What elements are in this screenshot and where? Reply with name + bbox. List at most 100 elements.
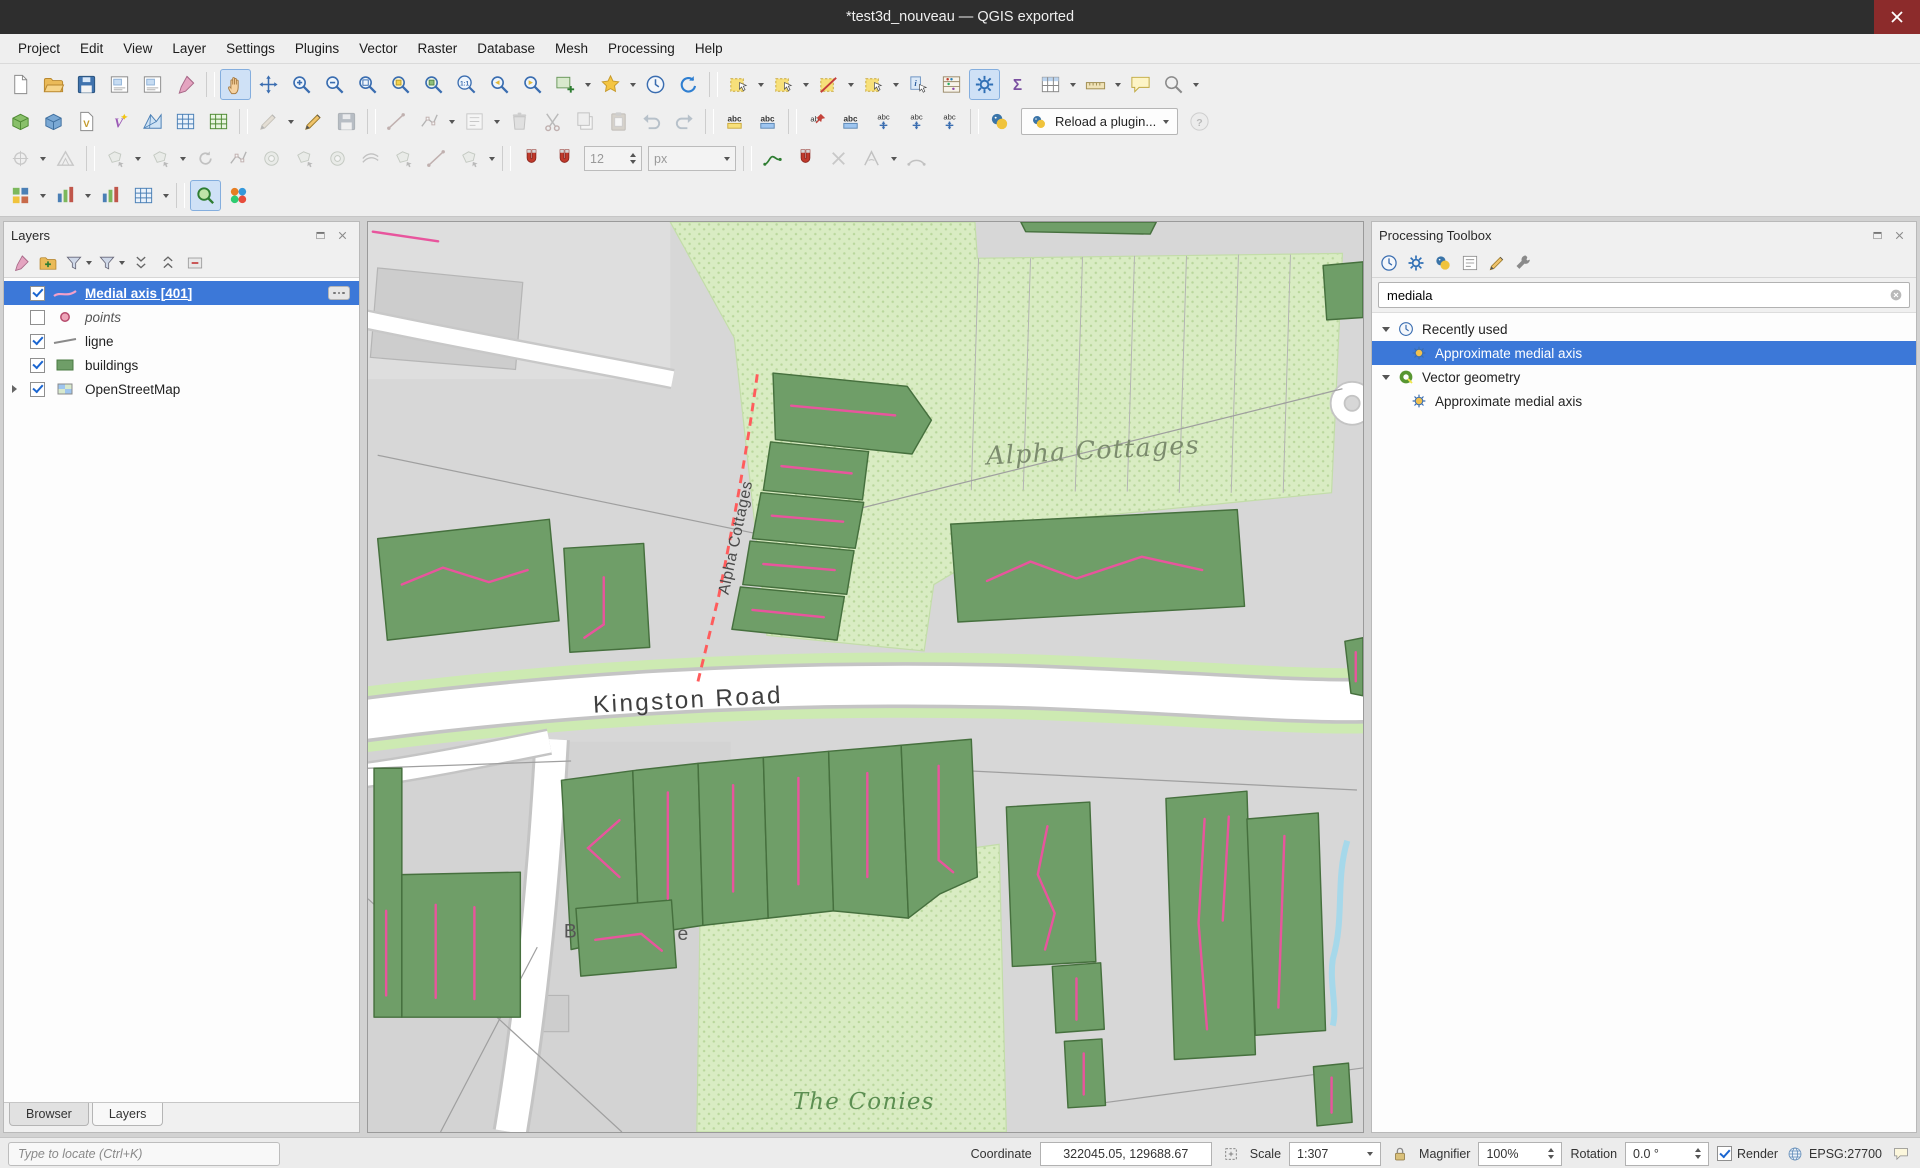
remove-layer-icon[interactable] [182, 250, 208, 276]
tab-browser[interactable]: Browser [9, 1103, 89, 1126]
zoom-last-icon[interactable] [484, 69, 515, 100]
layer-checkbox[interactable] [30, 334, 45, 349]
float-panel-button[interactable] [1868, 226, 1887, 245]
new-shapefile-layer-icon[interactable] [71, 106, 102, 137]
menu-item-help[interactable]: Help [685, 36, 733, 61]
collapse-arrow-icon[interactable] [1382, 327, 1390, 332]
layer-widget-badge[interactable] [328, 286, 350, 300]
copy-move-feature-dropdown[interactable] [177, 143, 188, 174]
scale-combo[interactable]: 1:307 [1289, 1142, 1381, 1166]
data-source-manager-icon[interactable] [128, 180, 159, 211]
change-label-icon[interactable] [934, 106, 965, 137]
menu-item-processing[interactable]: Processing [598, 36, 685, 61]
toolbox-item-approximate-medial-axis[interactable]: Approximate medial axis [1372, 341, 1916, 365]
close-button[interactable] [1874, 0, 1920, 34]
plugin-reloader-icon[interactable] [223, 180, 254, 211]
menu-item-view[interactable]: View [113, 36, 162, 61]
current-edits-dropdown[interactable] [285, 106, 296, 137]
coordinate-input[interactable]: 322045.05, 129688.67 [1040, 1142, 1212, 1166]
layer-row-ligne[interactable]: ligne [4, 329, 359, 353]
menu-item-project[interactable]: Project [8, 36, 70, 61]
zoom-to-selection-icon[interactable] [385, 69, 416, 100]
menu-item-edit[interactable]: Edit [70, 36, 113, 61]
select-by-value-dropdown[interactable] [800, 69, 811, 100]
enable-tracing-icon[interactable] [757, 143, 788, 174]
python-scripts-icon[interactable] [1430, 250, 1456, 276]
options-icon[interactable] [1511, 250, 1537, 276]
layer-checkbox[interactable] [30, 382, 45, 397]
new-project-icon[interactable] [5, 69, 36, 100]
advanced-digitizing-dropdown[interactable] [37, 143, 48, 174]
float-panel-button[interactable] [311, 226, 330, 245]
menu-item-raster[interactable]: Raster [407, 36, 467, 61]
tab-layers[interactable]: Layers [92, 1103, 164, 1126]
statistical-summary-icon[interactable] [95, 180, 126, 211]
lock-scale-button[interactable] [1389, 1143, 1411, 1165]
select-all-dropdown[interactable] [890, 69, 901, 100]
pan-to-selection-icon[interactable] [253, 69, 284, 100]
new-temporary-layer-icon[interactable] [203, 106, 234, 137]
close-panel-button[interactable] [1890, 226, 1909, 245]
rotation-spinbox[interactable]: 0.0 ° [1625, 1142, 1709, 1166]
search-features-icon[interactable] [1158, 69, 1189, 100]
layer-labeling-options-icon[interactable] [719, 106, 750, 137]
new-geopackage-layer-icon[interactable] [5, 106, 36, 137]
messages-button[interactable] [1890, 1143, 1912, 1165]
map-themes-icon[interactable] [5, 180, 36, 211]
identify-features-icon[interactable] [903, 69, 934, 100]
zoom-native-icon[interactable] [451, 69, 482, 100]
new-grid-layer-icon[interactable] [170, 106, 201, 137]
zoom-full-extent-icon[interactable] [352, 69, 383, 100]
show-bookmarks-icon[interactable] [595, 69, 626, 100]
map-canvas[interactable]: Alpha Cottages Kingston Road The Conies … [368, 222, 1363, 1132]
models-icon[interactable] [1403, 250, 1429, 276]
show-statistics-icon[interactable] [1002, 69, 1033, 100]
locator-search-input[interactable] [8, 1142, 280, 1166]
new-mesh-layer-icon[interactable] [137, 106, 168, 137]
collapse-all-icon[interactable] [155, 250, 181, 276]
map-themes-dropdown[interactable] [37, 180, 48, 211]
open-layer-styling-icon[interactable] [8, 250, 34, 276]
new-map-view-dropdown[interactable] [582, 69, 593, 100]
zoom-level-plugin-icon[interactable] [190, 180, 221, 211]
panel-visibility-dropdown[interactable] [82, 180, 93, 211]
results-viewer-icon[interactable] [1457, 250, 1483, 276]
expand-arrow-icon[interactable] [12, 385, 17, 393]
show-bookmarks-dropdown[interactable] [627, 69, 638, 100]
enable-snapping-icon[interactable] [516, 143, 547, 174]
rotate-label-icon[interactable] [901, 106, 932, 137]
python-console-icon[interactable] [984, 106, 1015, 137]
merge-features-dropdown[interactable] [486, 143, 497, 174]
magnifier-spinbox[interactable]: 100% [1478, 1142, 1562, 1166]
snapping-type-icon[interactable] [549, 143, 580, 174]
reload-plugin-combo[interactable]: Reload a plugin... [1021, 108, 1178, 135]
new-print-layout-icon[interactable] [104, 69, 135, 100]
angle-constraint-dropdown[interactable] [888, 143, 899, 174]
render-toggle[interactable]: Render [1717, 1146, 1778, 1161]
select-all-icon[interactable] [858, 69, 889, 100]
layer-checkbox[interactable] [30, 286, 45, 301]
tracing-offset-icon[interactable] [790, 143, 821, 174]
close-panel-button[interactable] [333, 226, 352, 245]
filter-by-expression-icon[interactable] [95, 250, 127, 276]
measure-line-icon[interactable] [1080, 69, 1111, 100]
new-map-view-icon[interactable] [550, 69, 581, 100]
menu-item-settings[interactable]: Settings [216, 36, 285, 61]
clear-search-button[interactable] [1888, 287, 1904, 303]
zoom-next-icon[interactable] [517, 69, 548, 100]
menu-item-layer[interactable]: Layer [162, 36, 216, 61]
new-spatialite-layer-icon[interactable] [38, 106, 69, 137]
move-feature-dropdown[interactable] [132, 143, 143, 174]
style-manager-icon[interactable] [170, 69, 201, 100]
new-virtual-layer-icon[interactable] [104, 106, 135, 137]
modify-attributes-dropdown[interactable] [491, 106, 502, 137]
toolbox-group-recently-used[interactable]: Recently used [1372, 317, 1916, 341]
zoom-in-icon[interactable] [286, 69, 317, 100]
show-layout-manager-icon[interactable] [137, 69, 168, 100]
layer-diagram-options-icon[interactable] [752, 106, 783, 137]
select-features-icon[interactable] [723, 69, 754, 100]
expand-all-icon[interactable] [128, 250, 154, 276]
data-source-manager-dropdown[interactable] [160, 180, 171, 211]
measure-line-dropdown[interactable] [1112, 69, 1123, 100]
layer-row-points[interactable]: points [4, 305, 359, 329]
